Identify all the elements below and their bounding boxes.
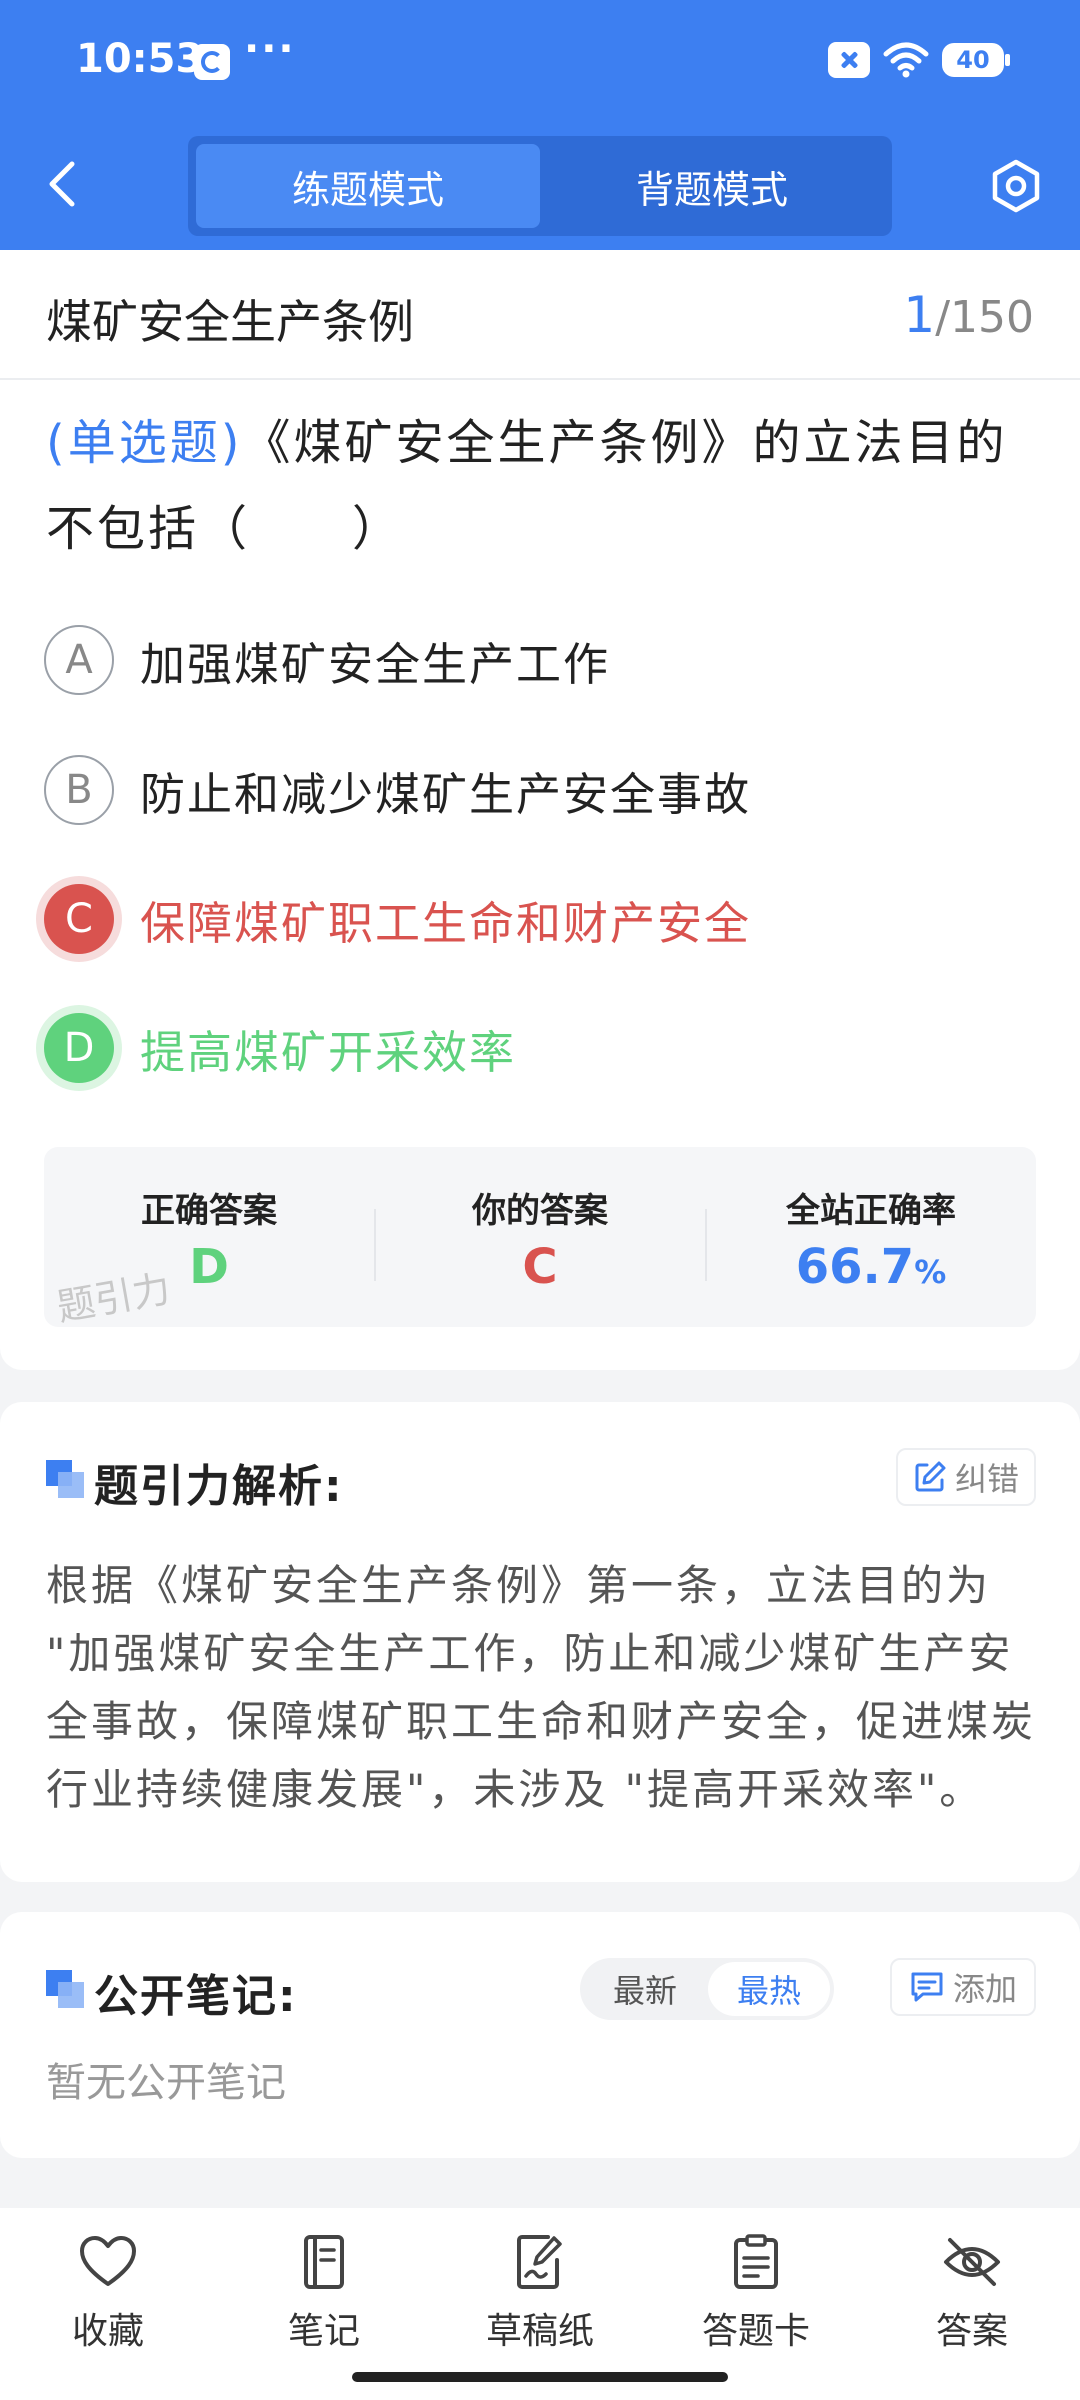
option-b[interactable]: B 防止和减少煤矿生产安全事故	[44, 750, 751, 830]
option-text: 防止和减少煤矿生产安全事故	[140, 767, 752, 821]
question-topbar: 煤矿安全生产条例 1/150	[0, 250, 1080, 380]
no-sim-icon	[828, 42, 870, 78]
back-button[interactable]	[44, 156, 80, 212]
answer-summary: 正确答案 D 你的答案 C 全站正确率 66.7% 题引力	[44, 1147, 1036, 1330]
edit-icon	[915, 1461, 946, 1492]
answer-toggle-label: 答案	[935, 2311, 1008, 2352]
draft-paper-label: 草稿纸	[485, 2311, 594, 2352]
status-indicators: 40	[828, 42, 1010, 78]
option-d[interactable]: D 提高煤矿开采效率	[44, 1008, 516, 1088]
favorite-label: 收藏	[71, 2311, 144, 2352]
draft-paper-button[interactable]: 草稿纸	[460, 2234, 620, 2364]
your-answer-label: 你的答案	[472, 1191, 608, 1231]
your-answer-value: C	[522, 1239, 558, 1295]
answer-card-button[interactable]: 答题卡	[676, 2234, 836, 2364]
correct-answer-label: 正确答案	[141, 1191, 277, 1231]
tab-practice-mode[interactable]: 练题模式	[196, 144, 540, 228]
accuracy-label: 全站正确率	[786, 1191, 956, 1231]
answer-card-icon	[734, 2234, 778, 2289]
app-notification-icon	[194, 44, 230, 80]
accuracy-unit: %	[914, 1253, 947, 1291]
notes-title: 公开笔记:	[94, 1971, 298, 2022]
public-notes-card: 公开笔记: 最新 最热 添加 暂无公开笔记	[0, 1912, 1080, 2158]
sort-hottest[interactable]: 最热	[708, 1962, 830, 2016]
option-text: 提高煤矿开采效率	[140, 1025, 517, 1079]
analysis-title: 题引力解析:	[94, 1461, 344, 1512]
question-card: 煤矿安全生产条例 1/150 (单选题)《煤矿安全生产条例》的立法目的不包括（ …	[0, 250, 1080, 1370]
option-letter: A	[44, 625, 114, 695]
option-a[interactable]: A 加强煤矿安全生产工作	[44, 620, 610, 700]
report-error-button[interactable]: 纠错	[896, 1448, 1036, 1506]
report-error-label: 纠错	[954, 1460, 1019, 1498]
accuracy-column: 全站正确率 66.7%	[706, 1147, 1036, 1327]
add-note-button[interactable]: 添加	[890, 1958, 1036, 2016]
notes-sort-toggle: 最新 最热	[580, 1958, 834, 2020]
notes-button[interactable]: 笔记	[244, 2234, 404, 2364]
settings-hexagon-icon	[992, 159, 1040, 213]
option-letter: B	[44, 755, 114, 825]
current-question-number: 1	[903, 286, 936, 344]
section-squares-icon	[46, 1460, 84, 1498]
add-note-label: 添加	[952, 1970, 1017, 2008]
answer-toggle-button[interactable]: 答案	[892, 2234, 1052, 2364]
analysis-card: 题引力解析: 纠错 根据《煤矿安全生产条例》第一条，立法目的为 "加强煤矿安全生…	[0, 1402, 1080, 1882]
notebook-icon	[304, 2235, 344, 2289]
wifi-icon	[882, 42, 930, 78]
home-indicator[interactable]	[352, 2372, 728, 2382]
tab-memorize-mode[interactable]: 背题模式	[540, 144, 884, 228]
mode-toggle: 练题模式 背题模式	[188, 136, 892, 236]
notes-empty-text: 暂无公开笔记	[46, 2060, 286, 2106]
question-category: 煤矿安全生产条例	[46, 295, 414, 349]
sort-latest[interactable]: 最新	[584, 1958, 706, 2020]
accuracy-number: 66.7	[795, 1239, 915, 1295]
question-type-label: (单选题)	[46, 415, 243, 471]
battery-indicator: 40	[942, 43, 1010, 77]
chevron-left-icon	[49, 161, 75, 207]
notes-label: 笔记	[287, 2311, 360, 2352]
question-counter: 1/150	[903, 286, 1034, 344]
option-letter: D	[44, 1013, 114, 1083]
total-questions: /150	[935, 292, 1034, 343]
analysis-text: 根据《煤矿安全生产条例》第一条，立法目的为 "加强煤矿安全生产工作，防止和减少煤…	[46, 1561, 1037, 1814]
option-c[interactable]: C 保障煤矿职工生命和财产安全	[44, 879, 751, 959]
option-letter: C	[44, 884, 114, 954]
add-note-icon	[911, 1972, 943, 2002]
accuracy-value: 66.7%	[706, 1239, 1036, 1295]
status-time: 10:53	[76, 36, 204, 82]
section-squares-icon	[46, 1970, 84, 2008]
more-notifications-icon: ···	[244, 26, 296, 72]
eye-off-icon	[944, 2238, 1000, 2286]
settings-button[interactable]	[990, 158, 1042, 214]
your-answer-column: 你的答案 C	[375, 1147, 705, 1327]
draft-paper-icon	[517, 2235, 562, 2289]
option-text: 保障煤矿职工生命和财产安全	[140, 896, 752, 950]
question-stem: (单选题)《煤矿安全生产条例》的立法目的不包括（ ）	[46, 400, 1036, 572]
option-text: 加强煤矿安全生产工作	[140, 637, 611, 691]
header-bar: 10:53 ··· 40 练题模式 背题模式	[0, 0, 1080, 250]
favorite-button[interactable]: 收藏	[28, 2234, 188, 2364]
heart-icon	[80, 2236, 136, 2286]
answer-card-label: 答题卡	[701, 2311, 810, 2352]
